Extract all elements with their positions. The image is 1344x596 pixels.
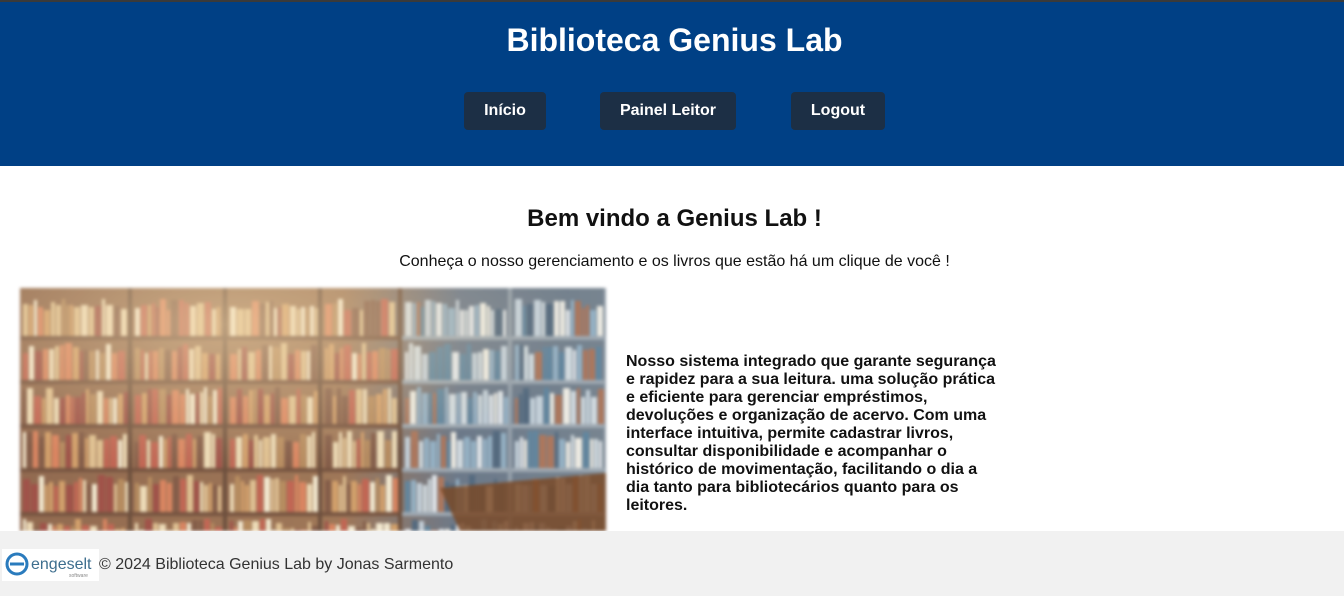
nav-button-painel-leitor[interactable]: Painel Leitor (600, 92, 736, 130)
welcome-subtitle: Conheça o nosso gerenciamento e os livro… (399, 253, 950, 270)
engeselt-logo: engeselt software (2, 549, 99, 581)
site-header: Biblioteca Genius Lab Início Painel Leit… (0, 2, 1344, 166)
engeselt-logo-text: engeselt (31, 556, 92, 573)
site-footer: engeselt software © 2024 Biblioteca Geni… (0, 531, 1344, 596)
nav-button-logout[interactable]: Logout (791, 92, 885, 130)
footer-copyright: © 2024 Biblioteca Genius Lab by Jonas Sa… (99, 556, 454, 573)
welcome-heading: Bem vindo a Genius Lab ! (527, 205, 822, 232)
site-title: Biblioteca Genius Lab (506, 22, 843, 58)
system-description: Nosso sistema integrado que garante segu… (626, 353, 996, 514)
library-bookshelf-image (20, 288, 606, 531)
engeselt-logo-subtext: software (69, 573, 88, 579)
nav-button-inicio[interactable]: Início (464, 92, 546, 130)
